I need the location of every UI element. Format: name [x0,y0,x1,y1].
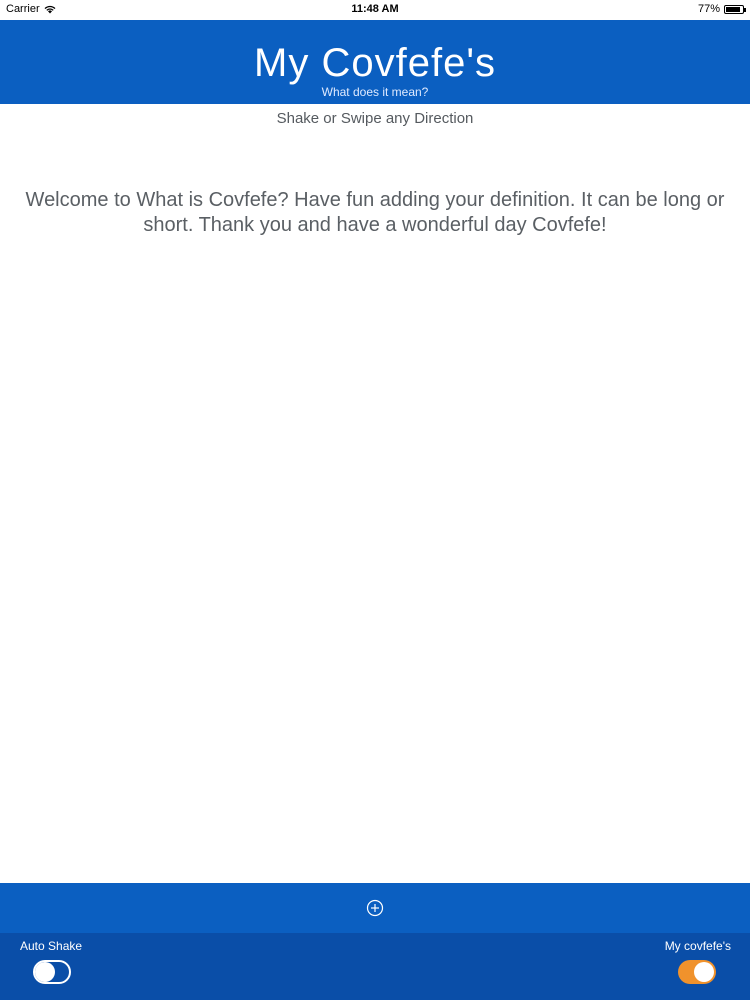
battery-group: 77% [697,3,746,15]
auto-shake-toggle-knob [35,962,55,982]
auto-shake-label: Auto Shake [20,939,83,953]
clock: 11:48 AM [351,3,399,15]
bottom-toolbar [0,883,750,933]
my-covfefes-toggle-knob [694,962,714,982]
add-definition-button[interactable] [366,899,384,917]
battery-icon [724,4,746,14]
status-bar: Carrier 11:48 AM 77% [0,0,750,20]
settings-bar: Auto Shake My covfefe's [0,933,750,1000]
my-covfefes-toggle[interactable] [678,960,716,984]
app-subtitle: What does it mean? [321,85,429,99]
battery-level-fill [726,6,740,12]
swipe-hint: Shake or Swipe any Direction [276,110,474,127]
auto-shake-toggle[interactable] [33,960,71,984]
my-covfefes-label: My covfefe's [664,939,731,953]
app-header: My Covfefe's What does it mean? [0,20,750,104]
battery-percent: 77% [697,3,720,15]
app-title: My Covfefe's [254,41,496,85]
definition-text[interactable]: Welcome to What is Covfefe? Have fun add… [20,188,730,238]
